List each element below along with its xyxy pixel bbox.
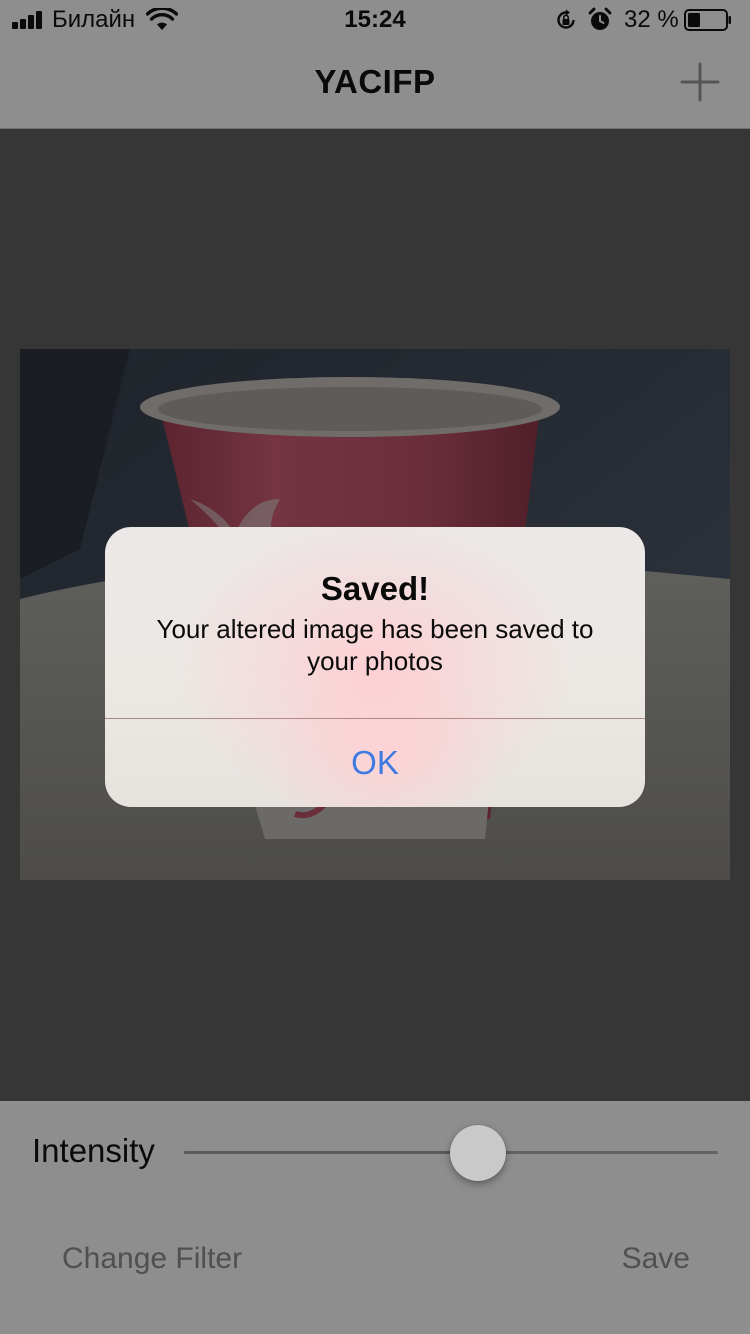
slider-fill xyxy=(184,1151,478,1154)
saved-alert: Saved! Your altered image has been saved… xyxy=(105,527,645,807)
change-filter-button[interactable]: Change Filter xyxy=(62,1239,242,1279)
navigation-bar: YACIFP xyxy=(0,40,750,129)
status-bar: Билайн 15:24 32 % xyxy=(0,0,750,40)
save-button[interactable]: Save xyxy=(622,1239,690,1279)
alarm-icon xyxy=(588,7,612,30)
filter-controls: Intensity Change Filter Save xyxy=(0,1101,750,1334)
alert-title: Saved! xyxy=(320,570,430,607)
intensity-slider[interactable] xyxy=(184,1125,718,1181)
intensity-label: Intensity xyxy=(32,1132,155,1169)
ok-button[interactable]: OK xyxy=(105,719,645,807)
battery-percent: 32 % xyxy=(624,6,679,33)
orientation-lock-icon xyxy=(557,9,575,29)
slider-thumb[interactable] xyxy=(450,1125,506,1181)
plus-icon[interactable] xyxy=(676,58,724,106)
alert-message: Your altered image has been saved to you… xyxy=(156,614,594,676)
page-title: YACIFP xyxy=(314,63,436,100)
battery-icon xyxy=(684,9,731,31)
